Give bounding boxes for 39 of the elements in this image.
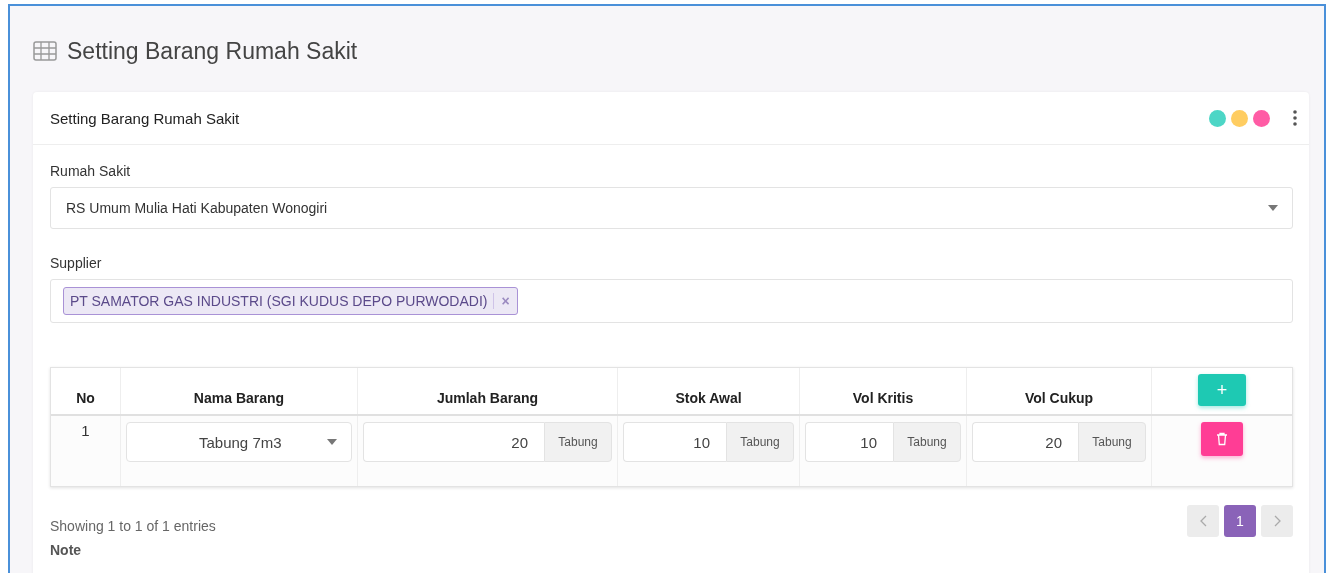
column-header: Nama Barang bbox=[193, 390, 285, 406]
trash-icon bbox=[1216, 432, 1228, 446]
amount-input[interactable]: 20 bbox=[363, 422, 544, 462]
caret-icon bbox=[1268, 205, 1278, 211]
status-dot[interactable] bbox=[1253, 109, 1270, 127]
column-header: No bbox=[76, 390, 95, 406]
chevron-right-icon bbox=[1273, 515, 1281, 527]
table-icon bbox=[33, 41, 57, 61]
supplier-select[interactable]: PT SAMATOR GAS INDUSTRI (SGI KUDUS DEPO PURWODADI) × bbox=[50, 279, 1293, 323]
tag-label: PT SAMATOR GAS INDUSTRI (SGI KUDUS DEPO PURWODADI) bbox=[69, 293, 489, 309]
row-number: 1 bbox=[81, 422, 90, 439]
previous-page-button[interactable] bbox=[1187, 505, 1219, 537]
chevron-left-icon bbox=[1199, 515, 1207, 527]
status-dot[interactable] bbox=[1231, 109, 1248, 127]
entries-info: Showing 1 to 1 of 1 entries bbox=[50, 518, 216, 534]
hospital-select[interactable]: RS Umum Mulia Hati Kabupaten Wonogiri bbox=[50, 187, 1293, 229]
column-header: Stok Awal bbox=[675, 390, 742, 406]
field-label: Rumah Sakit bbox=[50, 163, 132, 179]
column-header: Vol Cukup bbox=[1024, 390, 1094, 406]
delete-button[interactable] bbox=[1201, 422, 1243, 456]
unit-addon: Tabung bbox=[1078, 422, 1146, 462]
note-label: Note bbox=[50, 542, 83, 558]
column-header: Vol Kritis bbox=[852, 390, 914, 406]
amount-input[interactable]: 10 bbox=[805, 422, 893, 462]
item-select[interactable]: Tabung 7m3 bbox=[126, 422, 352, 462]
column-header: Jumlah Barang bbox=[436, 390, 539, 406]
amount-input[interactable]: 20 bbox=[972, 422, 1078, 462]
unit-addon: Tabung bbox=[544, 422, 612, 462]
page-button[interactable]: 1 bbox=[1224, 505, 1256, 537]
unit-addon: Tabung bbox=[893, 422, 961, 462]
status-dot[interactable] bbox=[1209, 109, 1226, 127]
more-icon[interactable] bbox=[1293, 110, 1297, 126]
page-title: Setting Barang Rumah Sakit bbox=[67, 37, 358, 65]
caret-icon bbox=[327, 439, 337, 445]
card-title: Setting Barang Rumah Sakit bbox=[50, 109, 240, 127]
unit-addon: Tabung bbox=[726, 422, 794, 462]
next-page-button[interactable] bbox=[1261, 505, 1293, 537]
field-label: Supplier bbox=[50, 255, 103, 271]
amount-input[interactable]: 10 bbox=[623, 422, 726, 462]
